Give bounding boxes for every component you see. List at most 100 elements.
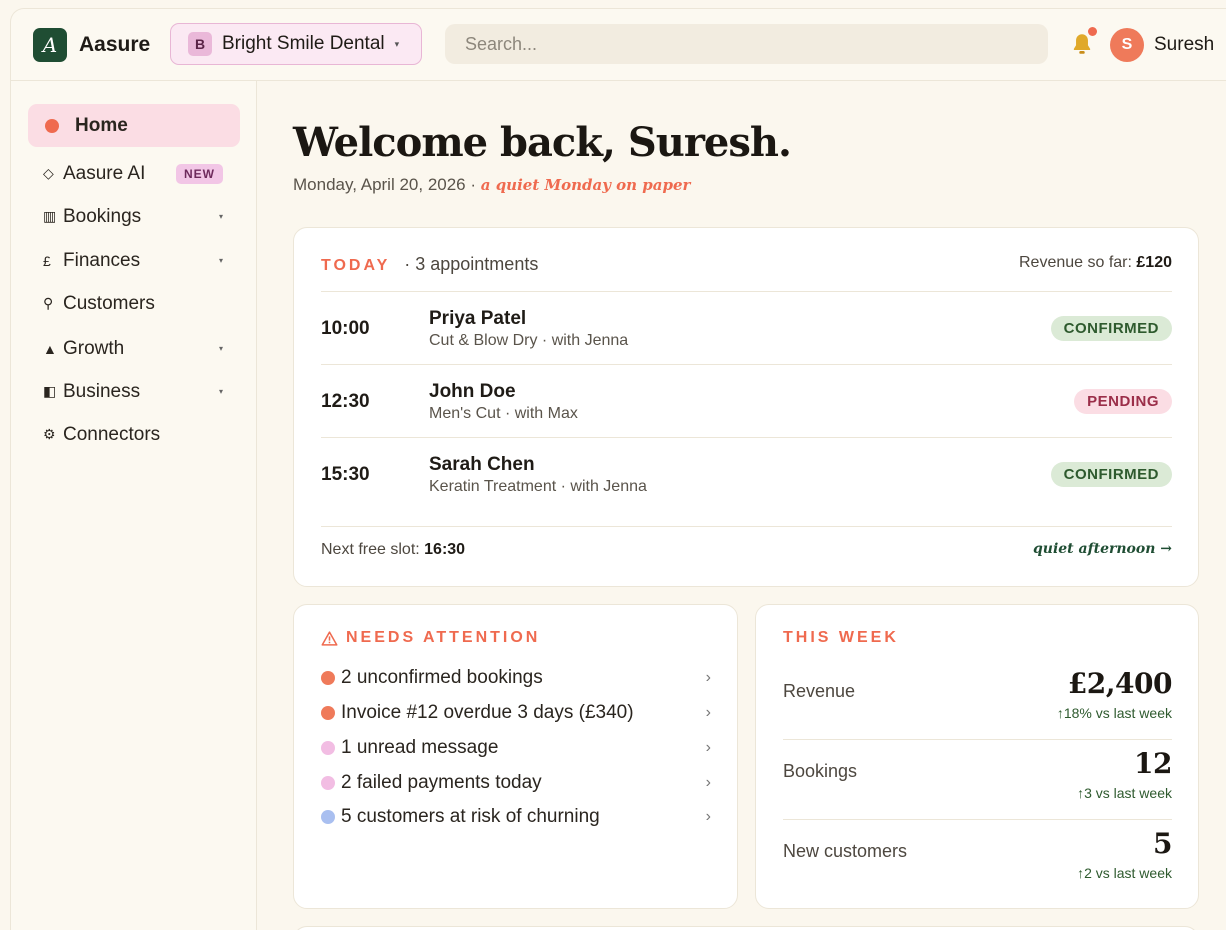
status-dot-icon — [321, 776, 335, 790]
attention-text: 2 failed payments today — [341, 772, 542, 793]
stat-new-customers[interactable]: New customers 5 ↑2 vs last week — [783, 819, 1172, 899]
notification-dot — [1088, 27, 1097, 36]
appointment-time: 10:00 — [321, 318, 370, 339]
triangle-icon: ▲ — [43, 340, 57, 357]
revenue-so-far: Revenue so far: £120 — [1019, 254, 1172, 272]
status-dot-icon — [321, 706, 335, 720]
sidebar-item-customers[interactable]: ⚲ Customers — [28, 282, 240, 325]
gear-icon: ⚙ — [43, 426, 56, 442]
sidebar-item-growth[interactable]: ▲ Growth ▾ — [28, 327, 240, 370]
top-bar: A Aasure B Bright Smile Dental ▾ S Sures… — [10, 8, 1226, 81]
stat-delta: ↑18% vs last week — [1056, 705, 1172, 721]
avatar[interactable]: S — [1110, 28, 1144, 62]
chevron-right-icon: › — [705, 774, 711, 791]
status-dot-icon — [321, 671, 335, 685]
appointment-row[interactable]: 15:30 Sarah Chen Keratin Treatment · wit… — [321, 438, 1172, 510]
chevron-down-icon[interactable]: ▾ — [219, 344, 223, 353]
chevron-down-icon[interactable]: ▾ — [219, 387, 223, 396]
sidebar: Home ◇ Aasure AI NEW ▥ Bookings ▾ £ Fina… — [10, 81, 257, 930]
chevron-down-icon: ▾ — [394, 38, 400, 49]
workspace-switcher[interactable]: B Bright Smile Dental ▾ — [170, 23, 422, 65]
status-dot-icon — [321, 741, 335, 755]
quiet-afternoon-link[interactable]: quiet afternoon → — [1033, 541, 1172, 557]
today-card: TODAY · 3 appointments Revenue so far: £… — [293, 227, 1199, 587]
appointment-detail: Men's Cut · with Max — [429, 405, 578, 422]
sidebar-item-label: Bookings — [63, 205, 142, 227]
stat-delta: ↑2 vs last week — [1077, 865, 1172, 881]
sidebar-item-connectors[interactable]: ⚙ Connectors — [28, 413, 240, 456]
attention-item[interactable]: 5 customers at risk of churning › — [321, 802, 711, 832]
sidebar-item-label: Growth — [63, 337, 125, 359]
chevron-down-icon[interactable]: ▾ — [219, 256, 223, 265]
status-badge: CONFIRMED — [1050, 462, 1172, 487]
appointment-time: 15:30 — [321, 464, 370, 485]
chevron-right-icon: › — [705, 739, 711, 756]
sidebar-item-label: Finances — [63, 249, 141, 271]
user-name[interactable]: Suresh — [1154, 34, 1214, 56]
next-slot-value: 16:30 — [424, 541, 466, 558]
today-header: TODAY · 3 appointments — [321, 254, 538, 275]
sidebar-item-finances[interactable]: £ Finances ▾ — [28, 239, 240, 282]
person-icon: ⚲ — [43, 295, 54, 311]
stat-value: £2,400 — [1067, 667, 1173, 700]
date-text: Monday, April 20, 2026 · — [293, 175, 481, 194]
appointment-row[interactable]: 12:30 John Doe Men's Cut · with Max PEND… — [321, 365, 1172, 437]
attention-text: 1 unread message — [341, 737, 499, 758]
calendar-icon: ▥ — [43, 208, 57, 224]
attention-text: 2 unconfirmed bookings — [341, 667, 543, 688]
page-title: Welcome back, Suresh. — [293, 119, 792, 166]
diamond-icon: ◇ — [43, 165, 54, 181]
needs-attention-header: NEEDS ATTENTION — [321, 629, 540, 647]
appointment-row[interactable]: 10:00 Priya Patel Cut & Blow Dry · with … — [321, 292, 1172, 364]
today-label: TODAY — [321, 257, 391, 274]
stat-bookings[interactable]: Bookings 12 ↑3 vs last week — [783, 739, 1172, 819]
sidebar-item-business[interactable]: ◧ Business ▾ — [28, 370, 240, 413]
warning-icon — [321, 630, 338, 646]
status-badge: CONFIRMED — [1050, 316, 1172, 341]
status-dot-icon — [321, 810, 335, 824]
attention-item[interactable]: 2 failed payments today › — [321, 768, 711, 798]
logo-icon[interactable]: A — [33, 28, 67, 62]
attention-item[interactable]: 1 unread message › — [321, 733, 711, 763]
stat-label: New customers — [783, 841, 908, 861]
sidebar-item-label: Connectors — [63, 423, 161, 445]
stat-revenue[interactable]: Revenue £2,400 ↑18% vs last week — [783, 659, 1173, 739]
date-line: Monday, April 20, 2026 · a quiet Monday … — [293, 175, 690, 195]
sidebar-item-aasure-ai[interactable]: ◇ Aasure AI NEW — [28, 152, 240, 195]
next-free-slot: Next free slot: 16:30 — [321, 541, 465, 559]
appointment-count: · 3 appointments — [404, 254, 539, 274]
appointment-detail: Cut & Blow Dry · with Jenna — [429, 332, 629, 349]
sidebar-item-home[interactable]: Home — [28, 104, 240, 147]
main-content: Welcome back, Suresh. Monday, April 20, … — [258, 81, 1226, 930]
workspace-badge: B — [188, 32, 212, 56]
workspace-name: Bright Smile Dental — [222, 33, 385, 54]
chevron-down-icon[interactable]: ▾ — [219, 212, 223, 221]
appointment-time: 12:30 — [321, 391, 370, 412]
sidebar-item-bookings[interactable]: ▥ Bookings ▾ — [28, 195, 240, 238]
attention-item[interactable]: 2 unconfirmed bookings › — [321, 663, 711, 693]
next-slot-label: Next free slot: — [321, 541, 425, 558]
pound-icon: £ — [43, 252, 51, 269]
brand-name: Aasure — [79, 33, 151, 56]
sidebar-item-label: Business — [63, 380, 141, 402]
this-week-card: THIS WEEK Revenue £2,400 ↑18% vs last we… — [755, 604, 1199, 909]
appointment-customer: John Doe — [429, 381, 516, 402]
attention-text: 5 customers at risk of churning — [341, 806, 600, 827]
this-week-title: THIS WEEK — [783, 629, 899, 646]
revenue-label: Revenue so far: — [1019, 254, 1137, 271]
search-input[interactable] — [445, 24, 1048, 64]
needs-attention-title: NEEDS ATTENTION — [346, 629, 541, 646]
building-icon: ◧ — [43, 383, 57, 399]
stat-value: 12 — [1134, 747, 1172, 780]
sidebar-item-label: Aasure AI — [63, 162, 146, 184]
sidebar-item-label: Home — [75, 114, 128, 136]
quiet-note: a quiet Monday on paper — [480, 176, 691, 194]
stat-label: Revenue — [783, 681, 856, 701]
chevron-right-icon: › — [705, 808, 711, 825]
chevron-right-icon: › — [705, 669, 711, 686]
attention-item[interactable]: Invoice #12 overdue 3 days (£340) › — [321, 698, 711, 728]
appointment-customer: Sarah Chen — [429, 454, 535, 475]
stat-label: Bookings — [783, 761, 858, 781]
divider — [321, 526, 1172, 527]
stat-value: 5 — [1153, 827, 1172, 860]
